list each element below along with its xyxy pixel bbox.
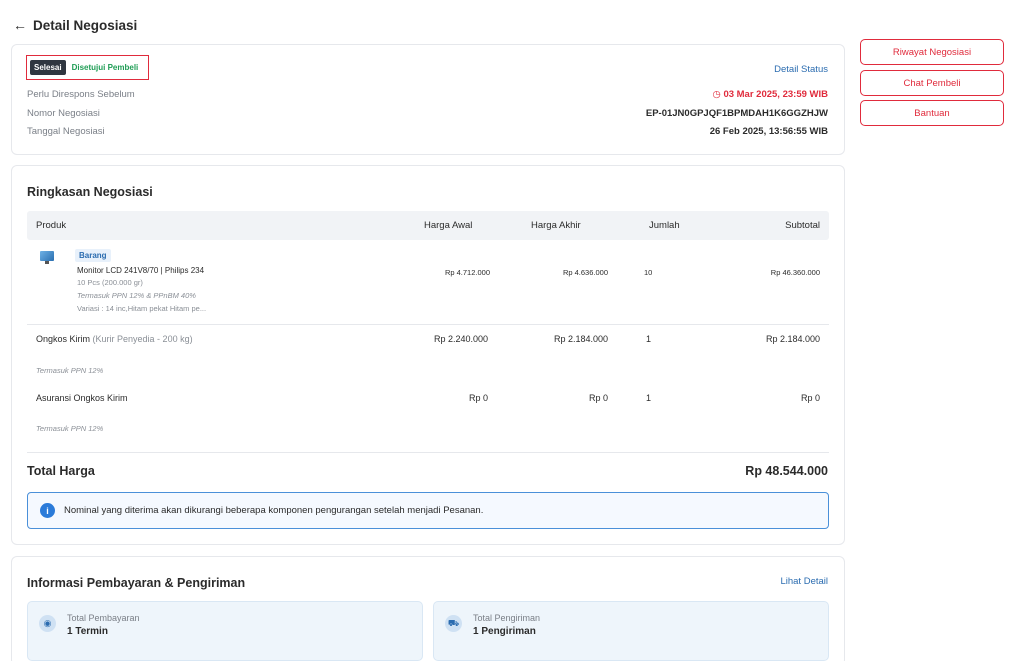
divider <box>27 324 829 325</box>
product-image-stand <box>45 261 49 264</box>
page-title: Detail Negosiasi <box>33 17 138 33</box>
total-price-value: Rp 48.544.000 <box>745 464 828 478</box>
insurance-subtotal: Rp 0 <box>800 393 820 403</box>
total-payment-value: 1 Termin <box>67 626 108 637</box>
detail-status-link[interactable]: Detail Status <box>774 64 828 75</box>
insurance-harga-awal: Rp 0 <box>468 393 488 403</box>
status-card: Selesai Disetujui Pembeli Detail Status … <box>11 44 845 155</box>
deadline-label: Perlu Direspons Sebelum <box>27 89 135 100</box>
summary-table-header: Produk Harga Awal Harga Akhir Jumlah Sub… <box>27 211 829 240</box>
total-shipping-label: Total Pengiriman <box>473 613 541 623</box>
chat-buyer-button[interactable]: Chat Pembeli <box>860 70 1004 96</box>
product-qty-weight: 10 Pcs (200.000 gr) <box>77 278 143 287</box>
summary-title: Ringkasan Negosiasi <box>27 185 153 199</box>
negotiation-date-value: 26 Feb 2025, 13:56:55 WIB <box>709 126 828 137</box>
negotiation-number-row: Nomor Negosiasi EP-01JN0GPJQF1BPMDAH1K6G… <box>27 108 828 119</box>
info-banner: i Nominal yang diterima akan dikurangi b… <box>27 492 829 529</box>
product-subtotal: Rp 46.360.000 <box>770 268 820 277</box>
shipping-harga-awal: Rp 2.240.000 <box>433 334 488 344</box>
insurance-label: Asuransi Ongkos Kirim <box>36 393 128 403</box>
product-image <box>40 251 54 261</box>
product-type-tag: Barang <box>75 249 111 262</box>
payment-title: Informasi Pembayaran & Pengiriman <box>27 576 246 590</box>
product-tax-note: Termasuk PPN 12% & PPnBM 40% <box>77 291 196 300</box>
total-payment-box[interactable]: ◉ Total Pembayaran 1 Termin <box>27 601 423 661</box>
info-text: Nominal yang diterima akan dikurangi beb… <box>64 505 484 516</box>
money-icon: ◉ <box>39 615 56 632</box>
truck-icon: ⛟ <box>445 615 462 632</box>
negotiation-date-label: Tanggal Negosiasi <box>27 126 105 137</box>
arrow-left-icon[interactable]: ← <box>13 17 27 33</box>
status-badge-done: Selesai <box>30 60 66 75</box>
deadline-value: ◷ 03 Mar 2025, 23:59 WIB <box>712 89 829 100</box>
payment-shipping-card: Informasi Pembayaran & Pengiriman Lihat … <box>11 556 845 661</box>
total-shipping-box[interactable]: ⛟ Total Pengiriman 1 Pengiriman <box>433 601 829 661</box>
deadline-row: Perlu Direspons Sebelum ◷ 03 Mar 2025, 2… <box>27 89 828 100</box>
summary-card: Ringkasan Negosiasi Produk Harga Awal Ha… <box>11 165 845 545</box>
total-shipping-value: 1 Pengiriman <box>473 626 536 637</box>
divider <box>27 452 829 453</box>
status-badge-approved: Disetujui Pembeli <box>71 63 139 72</box>
negotiation-number-label: Nomor Negosiasi <box>27 108 100 119</box>
insurance-harga-akhir: Rp 0 <box>588 393 608 403</box>
product-name: Monitor LCD 241V8/70 | Philips 234 <box>77 266 205 275</box>
negotiation-history-button[interactable]: Riwayat Negosiasi <box>860 39 1004 65</box>
col-jumlah: Jumlah <box>649 220 680 231</box>
negotiation-date-row: Tanggal Negosiasi 26 Feb 2025, 13:56:55 … <box>27 126 828 137</box>
total-payment-label: Total Pembayaran <box>67 613 140 623</box>
status-badges: Selesai Disetujui Pembeli <box>26 55 149 80</box>
col-subtotal: Subtotal <box>785 220 820 231</box>
shipping-harga-akhir: Rp 2.184.000 <box>553 334 608 344</box>
insurance-jumlah: 1 <box>646 393 652 403</box>
total-price-label: Total Harga <box>27 464 95 478</box>
clock-icon: ◷ <box>712 89 724 100</box>
col-harga-akhir: Harga Akhir <box>531 220 581 231</box>
shipping-subtotal: Rp 2.184.000 <box>765 334 820 344</box>
page-header: ← Detail Negosiasi <box>13 17 137 33</box>
shipping-label: Ongkos Kirim (Kurir Penyedia - 200 kg) <box>36 334 193 344</box>
info-icon: i <box>40 503 55 518</box>
insurance-tax-note: Termasuk PPN 12% <box>36 424 104 433</box>
lihat-detail-link[interactable]: Lihat Detail <box>780 576 828 587</box>
help-button[interactable]: Bantuan <box>860 100 1004 126</box>
product-variant: Variasi : 14 inc,Hitam pekat Hitam pe... <box>77 304 207 313</box>
product-harga-awal: Rp 4.712.000 <box>444 268 490 277</box>
product-harga-akhir: Rp 4.636.000 <box>562 268 608 277</box>
shipping-jumlah: 1 <box>646 334 652 344</box>
negotiation-number-value: EP-01JN0GPJQF1BPMDAH1K6GGZHJW <box>645 108 828 119</box>
col-harga-awal: Harga Awal <box>424 220 473 231</box>
product-jumlah: 10 <box>644 268 653 277</box>
shipping-tax-note: Termasuk PPN 12% <box>36 366 104 375</box>
col-produk: Produk <box>36 220 67 231</box>
